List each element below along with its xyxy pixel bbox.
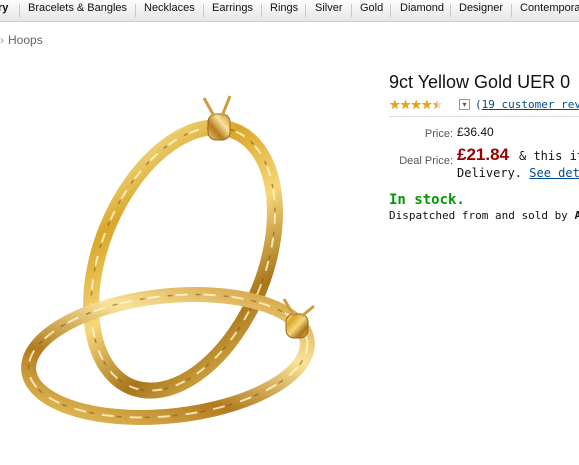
nav-item-gold[interactable]: Gold <box>360 2 383 14</box>
hoop-earrings-image <box>21 95 315 425</box>
star-icon: ★ <box>399 97 412 112</box>
nav-item-jewellery[interactable]: ry <box>0 2 8 14</box>
nav-separator <box>511 4 512 17</box>
product-image[interactable] <box>18 94 338 432</box>
see-details-link[interactable]: See deta <box>529 166 579 180</box>
half-star-icon: ★ ★ <box>431 97 444 112</box>
dispatch-line: Dispatched from and sold by Am <box>389 209 579 222</box>
nav-item-contemporary[interactable]: Contempora <box>520 2 579 14</box>
nav-item-bracelets-bangles[interactable]: Bracelets & Bangles <box>28 2 127 14</box>
reviews-count-text[interactable]: 19 customer revie <box>482 98 579 111</box>
breadcrumb-arrow-icon: › <box>0 33 4 47</box>
stock-status: In stock. <box>389 192 465 208</box>
list-price: £36.40 <box>457 125 494 139</box>
product-title: 9ct Yellow Gold UER 0 <box>389 72 571 92</box>
nav-item-designer[interactable]: Designer <box>459 2 503 14</box>
nav-item-earrings[interactable]: Earrings <box>212 2 253 14</box>
star-icon: ★ <box>410 97 422 112</box>
deal-note: & this ite <box>519 149 579 163</box>
nav-separator <box>135 4 136 17</box>
nav-separator <box>203 4 204 17</box>
star-icon: ★ <box>420 97 433 112</box>
seller-name[interactable]: Am <box>574 209 579 222</box>
price-label: Price: <box>424 128 453 140</box>
nav-separator <box>19 4 20 17</box>
delivery-line: Delivery. See deta <box>457 166 579 180</box>
breadcrumb: › Hoops <box>0 33 43 47</box>
star-rating[interactable]: ★★★★★ ★ <box>389 97 444 113</box>
breadcrumb-hoops[interactable]: Hoops <box>8 33 43 47</box>
star-icon: ★ <box>389 97 401 112</box>
deal-price: £21.84 <box>457 145 509 164</box>
nav-separator <box>390 4 391 17</box>
category-nav: ry Bracelets & Bangles Necklaces Earring… <box>0 0 579 22</box>
divider <box>389 116 579 117</box>
nav-separator <box>450 4 451 17</box>
nav-separator <box>261 4 262 17</box>
chevron-down-icon[interactable]: ▾ <box>459 99 470 110</box>
nav-item-necklaces[interactable]: Necklaces <box>144 2 195 14</box>
nav-item-rings[interactable]: Rings <box>270 2 298 14</box>
nav-separator <box>351 4 352 17</box>
customer-reviews-link[interactable]: (19 customer revie <box>475 98 579 111</box>
dispatch-text: Dispatched from and sold by <box>389 209 568 222</box>
delivery-text: Delivery. <box>457 166 523 180</box>
deal-price-label: Deal Price: <box>399 155 453 167</box>
nav-separator <box>305 4 306 17</box>
nav-item-silver[interactable]: Silver <box>315 2 343 14</box>
nav-item-diamond[interactable]: Diamond <box>400 2 444 14</box>
